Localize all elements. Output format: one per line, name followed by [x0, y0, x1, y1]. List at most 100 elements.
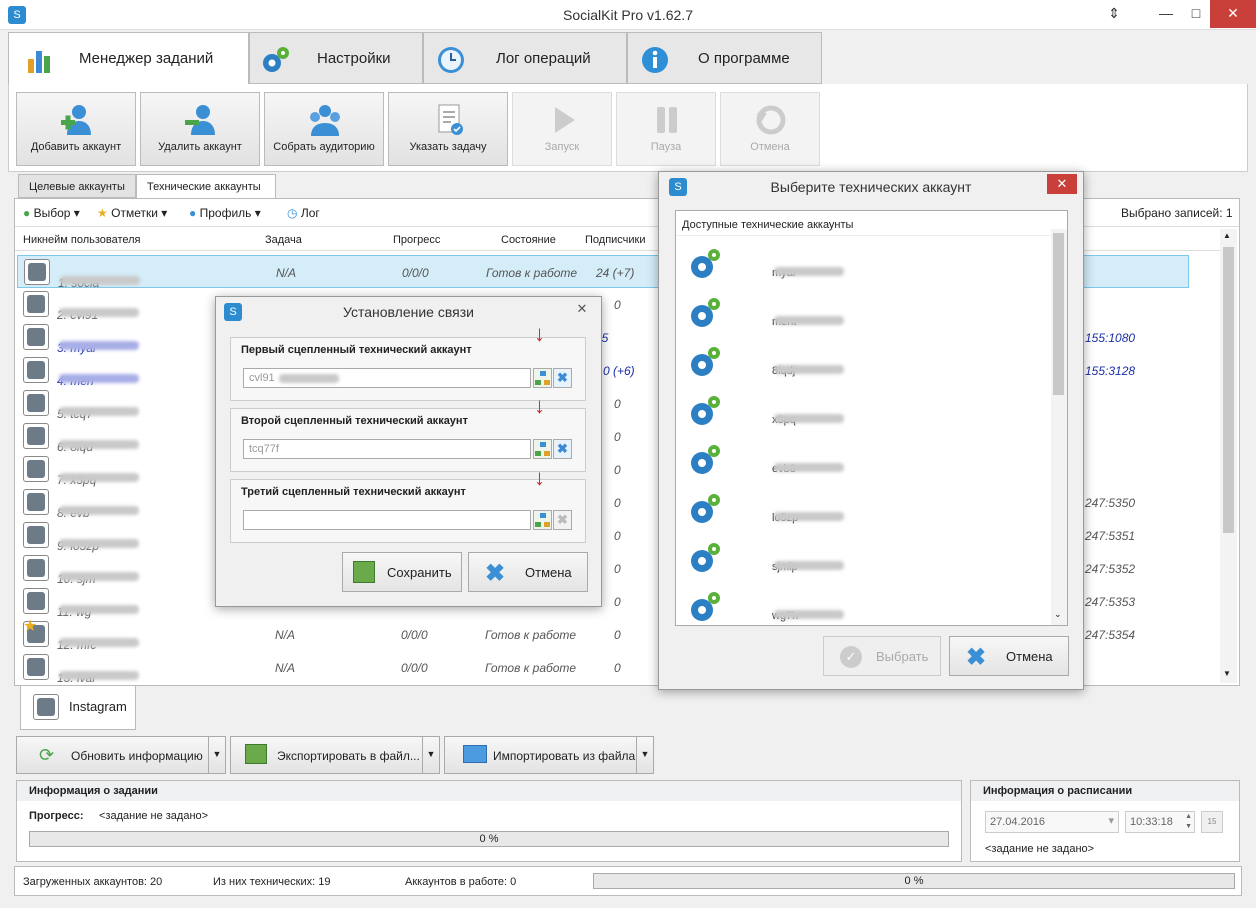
marks-label: Отметки: [111, 206, 158, 220]
list-item[interactable]: evb8: [688, 441, 1028, 481]
cell-state: Готов к работе: [485, 628, 577, 642]
time-picker[interactable]: 10:33:18 ▲ ▼: [1125, 811, 1195, 833]
list-header: Доступные технические аккаунты: [682, 219, 854, 231]
pause-button[interactable]: Пауза: [616, 92, 716, 166]
clear-account-button[interactable]: ✖: [553, 510, 572, 530]
scroll-up-icon[interactable]: ▲: [1223, 231, 1231, 240]
cell-progress: 0/0/0: [402, 266, 429, 280]
calendar-icon[interactable]: 15: [1201, 811, 1223, 833]
obscured-text: [59, 605, 139, 614]
list-item[interactable]: ment: [688, 294, 1028, 334]
pause-icon: [657, 107, 677, 133]
dropdown-arrow-icon[interactable]: ▼: [208, 737, 225, 773]
gears-icon: [691, 445, 720, 474]
list-scroll-thumb[interactable]: [1053, 233, 1064, 395]
profile-menu[interactable]: ● Профиль ▾: [189, 206, 261, 220]
dropdown-arrow-icon[interactable]: ▼: [636, 737, 653, 773]
audience-icon: [310, 105, 340, 136]
clear-account-button[interactable]: ✖: [553, 439, 572, 459]
cell-proxy: 155:3128: [1085, 364, 1136, 378]
vertical-scrollbar[interactable]: ▲ ▼: [1220, 229, 1237, 683]
calendar-dropdown-icon[interactable]: ▾: [1108, 814, 1114, 827]
dropdown-arrow-icon[interactable]: ▼: [422, 737, 439, 773]
log-menu[interactable]: ◷ Лог: [287, 206, 320, 220]
add-account-button[interactable]: Добавить аккаунт: [16, 92, 136, 166]
marks-menu[interactable]: ★ Отметки ▾: [97, 206, 167, 220]
instagram-label: Instagram: [69, 699, 127, 714]
time-value: 10:33:18: [1130, 816, 1173, 828]
export-file-button[interactable]: Экспортировать в файл... ▼: [230, 736, 440, 774]
list-scrollbar[interactable]: ⌄: [1051, 229, 1067, 625]
gears-icon: [691, 543, 720, 572]
task-document-icon: [438, 104, 463, 135]
remove-account-button[interactable]: Удалить аккаунт: [140, 92, 260, 166]
dialog-close-button[interactable]: ✕: [1047, 174, 1077, 194]
cancel-button[interactable]: ✖ Отмена: [468, 552, 588, 592]
tab-task-manager[interactable]: Менеджер заданий: [8, 32, 249, 86]
status-progress-bar: 0 %: [593, 873, 1235, 889]
list-item[interactable]: 8iqdj: [688, 343, 1028, 383]
select-label: Выбор: [33, 206, 71, 220]
cancel-task-button[interactable]: Отмена: [720, 92, 820, 166]
link-dialog: S Установление связи ✕ Первый сцепленный…: [215, 296, 602, 607]
pick-account-button[interactable]: [533, 510, 552, 530]
tab-settings[interactable]: Настройки: [249, 32, 423, 84]
col-progress[interactable]: Прогресс: [393, 234, 440, 246]
task-progress-bar: 0 %: [29, 831, 949, 847]
button-label: Собрать аудиторию: [273, 141, 375, 153]
instagram-icon: [23, 489, 49, 515]
schedule-info-title: Информация о расписании: [971, 781, 1239, 801]
gears-icon: [263, 47, 289, 72]
select-menu[interactable]: ● Выбор ▾: [23, 206, 80, 220]
instagram-icon: [23, 555, 49, 581]
scroll-thumb[interactable]: [1223, 247, 1234, 533]
refresh-info-button[interactable]: ⟳ Обновить информацию ▼: [16, 736, 226, 774]
cell-task: N/A: [276, 266, 297, 280]
third-linked-input[interactable]: [243, 510, 531, 530]
close-button[interactable]: ✕: [1210, 0, 1256, 28]
dialog-close-button[interactable]: ✕: [569, 301, 595, 321]
pick-account-button[interactable]: [533, 439, 552, 459]
first-linked-input[interactable]: cvl91: [243, 368, 531, 388]
cell-subscribers: 0: [614, 529, 621, 543]
import-file-button[interactable]: Импортировать из файла ▼: [444, 736, 654, 774]
instagram-icon: [23, 522, 49, 548]
save-button[interactable]: Сохранить: [342, 552, 462, 592]
tab-target-accounts[interactable]: Целевые аккаунты: [18, 174, 136, 198]
clear-account-button[interactable]: ✖: [553, 368, 572, 388]
time-stepper-icon[interactable]: ▲ ▼: [1185, 812, 1192, 832]
list-item[interactable]: lo5zp: [688, 490, 1028, 530]
list-item[interactable]: myar: [688, 245, 1028, 285]
cancel-button[interactable]: ✖ Отмена: [949, 636, 1069, 676]
list-item[interactable]: wg7h: [688, 588, 1028, 628]
obscured-text: [59, 506, 139, 515]
cell-task: N/A: [275, 628, 296, 642]
list-item[interactable]: sjmip: [688, 539, 1028, 579]
col-subscribers[interactable]: Подписчики: [585, 234, 646, 246]
tab-about[interactable]: О программе: [627, 32, 822, 84]
button-label: Экспортировать в файл...: [277, 749, 420, 763]
col-task[interactable]: Задача: [265, 234, 302, 246]
set-task-button[interactable]: Указать задачу: [388, 92, 508, 166]
cancel-x-icon: ✖: [966, 644, 987, 671]
tab-instagram[interactable]: Instagram: [20, 686, 136, 730]
scroll-down-icon[interactable]: ▼: [1223, 669, 1231, 678]
tab-technical-accounts[interactable]: Технические аккаунты: [136, 174, 276, 199]
gears-icon: [691, 396, 720, 425]
col-state[interactable]: Состояние: [501, 234, 556, 246]
col-nick[interactable]: Никнейм пользователя: [23, 234, 141, 246]
select-button[interactable]: ✓ Выбрать: [823, 636, 941, 676]
tab-operations-log[interactable]: Лог операций: [423, 32, 627, 84]
date-picker[interactable]: 27.04.2016 ▾: [985, 811, 1119, 833]
restore-button[interactable]: ⇕: [1094, 0, 1134, 28]
cell-progress: 0/0/0: [401, 628, 428, 642]
collect-audience-button[interactable]: Собрать аудиторию: [264, 92, 384, 166]
first-linked-label: Первый сцепленный технический аккаунт: [241, 344, 472, 356]
instagram-icon: [23, 588, 49, 614]
start-button[interactable]: Запуск: [512, 92, 612, 166]
add-user-icon: [61, 105, 91, 135]
list-item[interactable]: x3pq: [688, 392, 1028, 432]
second-linked-input[interactable]: tcq77f: [243, 439, 531, 459]
scroll-down-icon[interactable]: ⌄: [1054, 609, 1062, 620]
pick-account-button[interactable]: [533, 368, 552, 388]
